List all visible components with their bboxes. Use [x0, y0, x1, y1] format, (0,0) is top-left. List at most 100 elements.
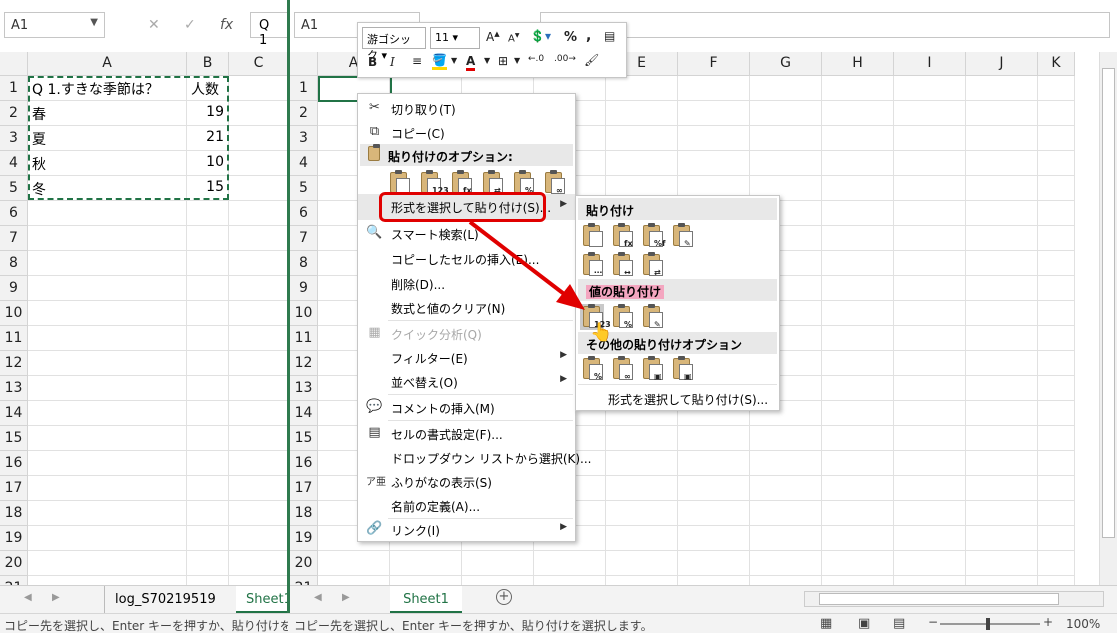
comma-icon[interactable]: , — [586, 28, 591, 44]
cell[interactable] — [229, 76, 287, 101]
cell[interactable] — [822, 251, 894, 276]
cell[interactable] — [1038, 326, 1075, 351]
menu-copy[interactable]: ⧉ コピー(C) — [358, 120, 575, 145]
cell[interactable] — [229, 301, 287, 326]
cell[interactable] — [894, 76, 966, 101]
row-header[interactable]: 3 — [290, 126, 318, 151]
cell[interactable] — [966, 226, 1038, 251]
row-header[interactable]: 17 — [290, 476, 318, 501]
cell[interactable] — [822, 426, 894, 451]
sub-values-number-icon[interactable]: % — [610, 304, 634, 330]
cell[interactable] — [28, 276, 187, 301]
zoom-in-icon[interactable]: + — [1043, 615, 1053, 629]
row-header[interactable]: 15 — [290, 426, 318, 451]
row-header[interactable]: 17 — [0, 476, 28, 501]
row-header[interactable]: 20 — [0, 551, 28, 576]
cell[interactable] — [534, 551, 606, 576]
row-header[interactable]: 18 — [0, 501, 28, 526]
cell[interactable] — [894, 151, 966, 176]
cell[interactable] — [966, 326, 1038, 351]
cell[interactable] — [894, 276, 966, 301]
column-header[interactable]: A — [28, 52, 187, 76]
cell[interactable] — [1038, 401, 1075, 426]
cell[interactable] — [894, 176, 966, 201]
cell[interactable] — [966, 251, 1038, 276]
cell[interactable] — [187, 351, 229, 376]
row-header[interactable]: 7 — [0, 226, 28, 251]
cell[interactable] — [678, 126, 750, 151]
cell[interactable] — [187, 501, 229, 526]
cell[interactable] — [187, 251, 229, 276]
cell[interactable] — [966, 551, 1038, 576]
vertical-scrollbar[interactable] — [1099, 52, 1117, 585]
cell[interactable] — [894, 201, 966, 226]
row-header[interactable]: 11 — [290, 326, 318, 351]
cell[interactable] — [678, 501, 750, 526]
sub-formatting-icon[interactable]: % — [580, 356, 604, 382]
enter-icon[interactable]: ✓ — [184, 17, 196, 33]
cell[interactable] — [187, 451, 229, 476]
cell[interactable] — [229, 126, 287, 151]
cell[interactable] — [894, 426, 966, 451]
cell[interactable] — [229, 326, 287, 351]
cell[interactable] — [1038, 551, 1075, 576]
cell[interactable] — [606, 476, 678, 501]
bold-button[interactable]: B — [368, 55, 377, 69]
cell[interactable] — [750, 151, 822, 176]
cell[interactable] — [229, 501, 287, 526]
cell[interactable] — [894, 101, 966, 126]
cell[interactable] — [966, 376, 1038, 401]
cell[interactable] — [966, 101, 1038, 126]
font-color-icon[interactable]: A — [466, 54, 476, 71]
cell[interactable] — [229, 426, 287, 451]
cell[interactable] — [822, 126, 894, 151]
zoom-level[interactable]: 100% — [1066, 617, 1100, 631]
column-header[interactable]: G — [750, 52, 822, 76]
menu-format-cells[interactable]: ▤ セルの書式設定(F)... — [358, 421, 575, 446]
cell[interactable] — [750, 101, 822, 126]
decrease-font-icon[interactable]: A▼ — [508, 32, 519, 44]
cell[interactable] — [28, 526, 187, 551]
row-header[interactable]: 13 — [0, 376, 28, 401]
horizontal-scrollbar[interactable] — [804, 591, 1104, 607]
cell[interactable] — [966, 476, 1038, 501]
tab-sheet1-left[interactable]: Sheet1 — [236, 586, 287, 613]
row-header[interactable]: 8 — [0, 251, 28, 276]
cell[interactable] — [1038, 526, 1075, 551]
cell[interactable] — [187, 476, 229, 501]
cell[interactable] — [894, 301, 966, 326]
cell[interactable] — [1038, 101, 1075, 126]
row-header[interactable]: 12 — [0, 351, 28, 376]
row-header[interactable]: 18 — [290, 501, 318, 526]
cell[interactable] — [28, 326, 187, 351]
cell[interactable] — [1038, 176, 1075, 201]
cell[interactable] — [1038, 426, 1075, 451]
row-header[interactable]: 10 — [0, 301, 28, 326]
cell[interactable] — [966, 276, 1038, 301]
cell[interactable] — [678, 551, 750, 576]
cell[interactable] — [750, 426, 822, 451]
cell[interactable] — [187, 326, 229, 351]
row-header[interactable]: 14 — [290, 401, 318, 426]
font-name-select[interactable]: 游ゴシック ▾ — [362, 27, 426, 62]
cell[interactable] — [187, 276, 229, 301]
sub-no-borders-icon[interactable]: ⋯ — [580, 252, 604, 278]
cell[interactable] — [822, 151, 894, 176]
cell[interactable] — [966, 426, 1038, 451]
sub-formulas-number-icon[interactable]: %f — [640, 223, 666, 249]
row-header[interactable]: 19 — [0, 526, 28, 551]
tab-scroll-left-icon[interactable]: ◀ — [314, 592, 322, 603]
tab-scroll-right-icon[interactable]: ▶ — [342, 592, 350, 603]
normal-view-icon[interactable]: ▦ — [820, 616, 832, 631]
cell[interactable] — [28, 251, 187, 276]
cell[interactable] — [1038, 476, 1075, 501]
cell[interactable] — [1038, 351, 1075, 376]
cell[interactable] — [894, 526, 966, 551]
cell[interactable] — [606, 551, 678, 576]
cell[interactable] — [966, 126, 1038, 151]
cell[interactable] — [229, 201, 287, 226]
menu-filter[interactable]: フィルター(E) ▶ — [358, 345, 575, 370]
cell[interactable] — [229, 526, 287, 551]
cell[interactable] — [750, 126, 822, 151]
select-all[interactable] — [0, 52, 28, 76]
